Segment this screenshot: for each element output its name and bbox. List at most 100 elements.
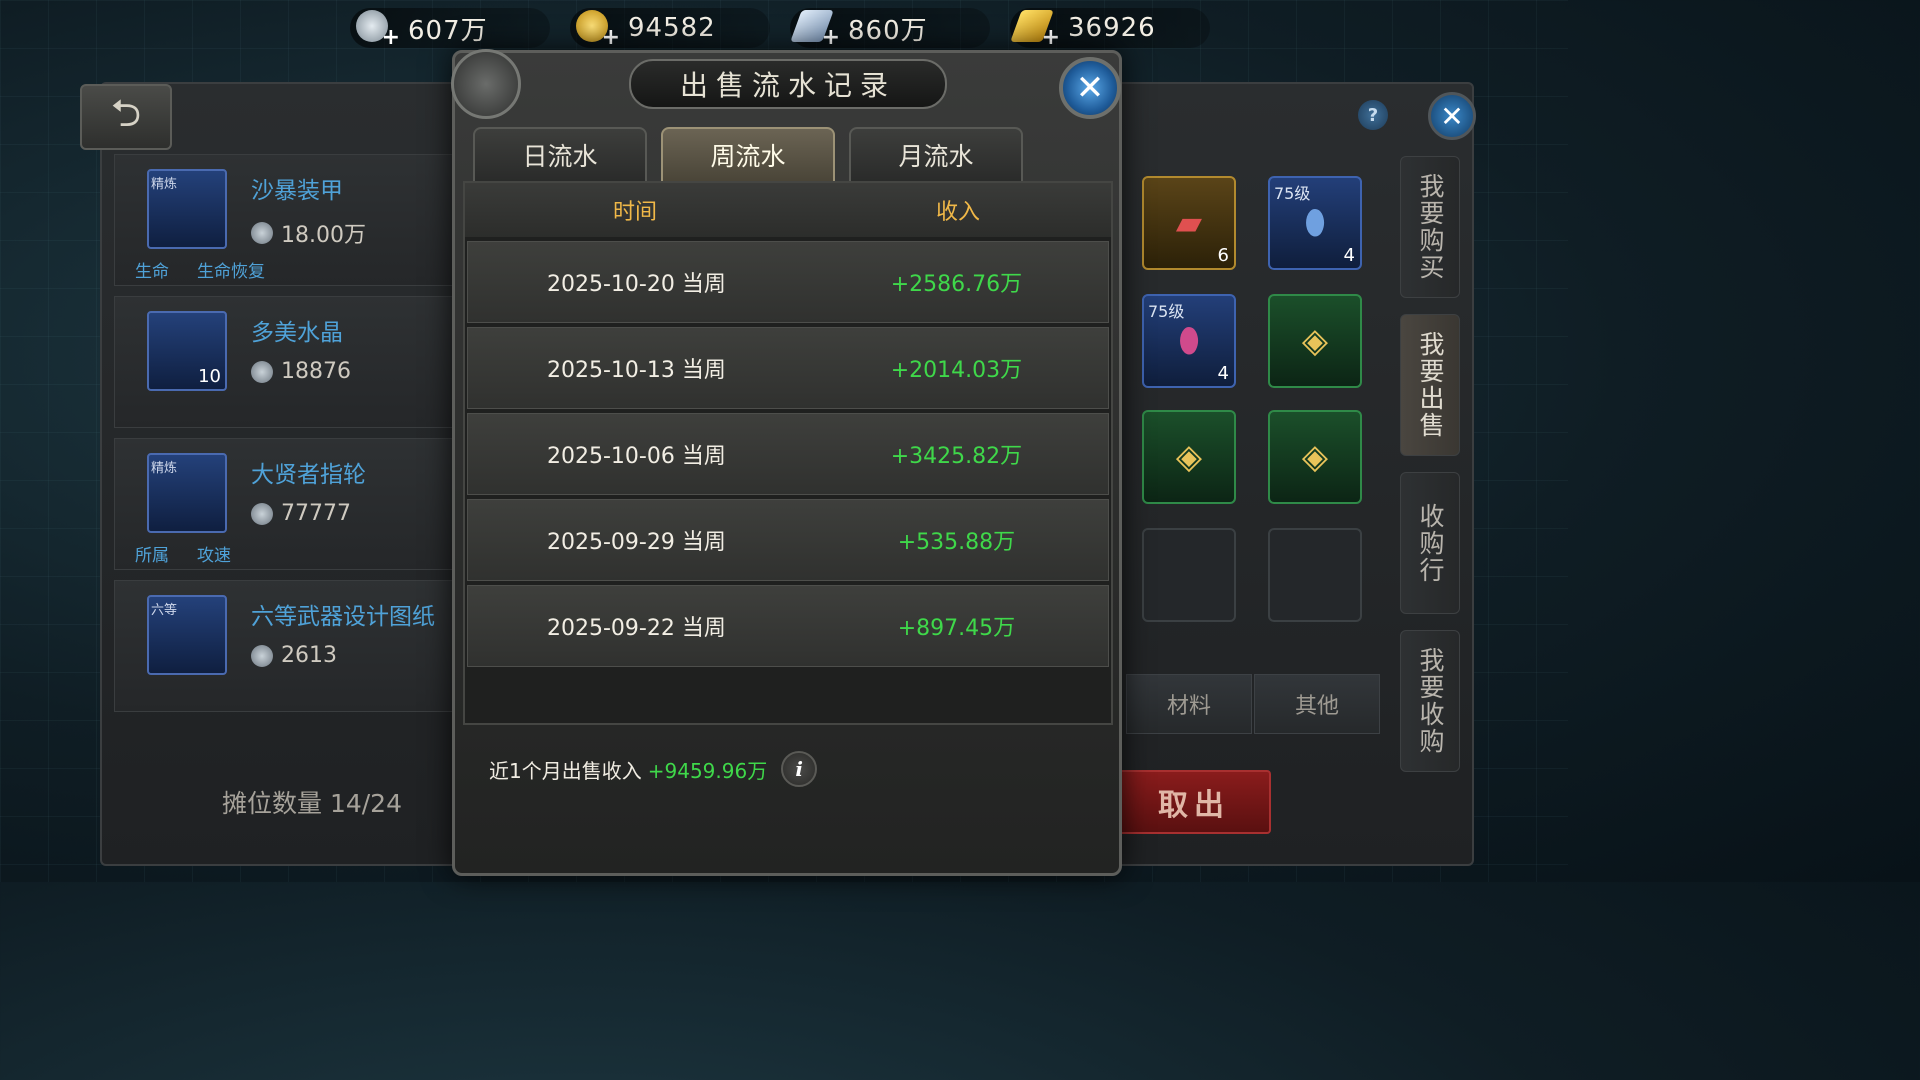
inventory-slot[interactable]: ▰ 6 [1142, 176, 1236, 270]
table-row: 2025-10-13 当周 +2014.03万 [467, 327, 1109, 409]
row-income: +3425.82万 [890, 444, 1023, 469]
tab-sell[interactable]: 我要出售 [1400, 314, 1460, 456]
ornament-icon [451, 49, 521, 119]
inventory-slot-empty[interactable] [1268, 528, 1362, 622]
item-tag: 精炼 [151, 177, 178, 192]
currency-gold-bar[interactable]: + 36926 [1010, 8, 1210, 50]
crystal-icon: 10 [147, 311, 227, 391]
item-price: 18.00万 [251, 217, 366, 249]
category-materials[interactable]: 材料 [1126, 674, 1252, 734]
tab-request-purchase[interactable]: 我要收购 [1400, 630, 1460, 772]
table-row: 2025-09-29 当周 +535.88万 [467, 499, 1109, 581]
row-time: 2025-10-13 当周 [546, 358, 726, 383]
price-value: 18.00万 [281, 223, 366, 248]
item-name: 大贤者指轮 [251, 462, 366, 488]
list-item[interactable]: 10 多美水晶 18876 [114, 296, 474, 428]
column-header-income: 收入 [935, 200, 980, 225]
item-price: 18876 [251, 359, 351, 384]
summary-label: 近1个月出售收入 [489, 758, 642, 783]
currency-silver-bar[interactable]: + 860万 [790, 8, 990, 50]
slot-count: 4 [1217, 363, 1229, 384]
list-item[interactable]: 精炼 沙暴装甲 18.00万 生命 生命恢复 [114, 154, 474, 286]
close-icon: ✕ [1075, 68, 1105, 108]
list-item[interactable]: 精炼 大贤者指轮 77777 所属 攻速 [114, 438, 474, 570]
slot-count: 4 [1343, 245, 1355, 266]
tab-purchase-house[interactable]: 收购行 [1400, 472, 1460, 614]
close-panel-button[interactable]: ✕ [1428, 92, 1476, 140]
currency-gold[interactable]: + 94582 [570, 8, 770, 50]
item-attr: 生命恢复 [197, 262, 265, 282]
inventory-panel: ? ✕ ▰ 6 75级 ⬮ 4 75级 ⬮ 4 ◈ ◈ ◈ 材料 其他 我要购买… [1110, 82, 1476, 866]
chip-icon: ◈ [1175, 437, 1203, 477]
item-name: 沙暴装甲 [251, 178, 343, 204]
tab-buy[interactable]: 我要购买 [1400, 156, 1460, 298]
currency-silver[interactable]: + 607万 [350, 8, 550, 50]
item-name: 六等武器设计图纸 [251, 604, 435, 630]
back-button[interactable]: ⮌ [80, 84, 172, 150]
row-time: 2025-09-29 当周 [546, 530, 726, 555]
row-time: 2025-10-20 当周 [546, 272, 726, 297]
sales-record-dialog: 出售流水记录 ✕ 日流水 周流水 月流水 时间 收入 2025-10-20 当周… [451, 49, 1122, 876]
gold-coin-icon: + [576, 10, 620, 50]
column-header-time: 时间 [612, 200, 657, 225]
inventory-slot[interactable]: ◈ [1142, 410, 1236, 504]
table-row: 2025-10-20 当周 +2586.76万 [467, 241, 1109, 323]
item-tag: 精炼 [151, 461, 178, 476]
list-item[interactable]: 六等 六等武器设计图纸 2613 [114, 580, 474, 712]
silver-bar-icon: + [790, 10, 840, 50]
currency-value: 94582 [628, 13, 716, 43]
tab-weekly[interactable]: 周流水 [661, 127, 835, 183]
summary-total: +9459.96万 [647, 758, 768, 783]
item-attrs: 所属 攻速 [135, 541, 231, 566]
blueprint-icon: 六等 [147, 595, 227, 675]
silver-coin-icon [251, 644, 273, 667]
item-name: 多美水晶 [251, 320, 343, 346]
price-value: 77777 [281, 501, 351, 526]
price-value: 18876 [281, 359, 351, 384]
period-tabs: 日流水 周流水 月流水 [473, 127, 1023, 183]
row-income: +535.88万 [897, 530, 1016, 555]
inventory-slot[interactable]: 75级 ⬮ 4 [1142, 294, 1236, 388]
item-tag: 六等 [151, 603, 178, 618]
slot-count: 6 [1217, 245, 1229, 266]
withdraw-button[interactable]: 取出 [1117, 770, 1271, 834]
tab-daily[interactable]: 日流水 [473, 127, 647, 183]
table-row: 2025-09-22 当周 +897.45万 [467, 585, 1109, 667]
currency-bar: + 607万 + 94582 + 860万 + 36926 [350, 8, 1210, 52]
silver-coin-icon: + [356, 10, 400, 50]
row-time: 2025-09-22 当周 [546, 616, 726, 641]
item-price: 2613 [251, 643, 337, 668]
category-other[interactable]: 其他 [1254, 674, 1380, 734]
chip-icon: ◈ [1301, 437, 1329, 477]
inventory-slot[interactable]: ◈ [1268, 410, 1362, 504]
table-header: 时间 收入 [465, 183, 1111, 237]
stall-slot-count: 摊位数量 14/24 [222, 789, 402, 818]
row-income: +2014.03万 [890, 358, 1023, 383]
table-row: 2025-10-06 当周 +3425.82万 [467, 413, 1109, 495]
tab-monthly[interactable]: 月流水 [849, 127, 1023, 183]
armor-icon: 精炼 [147, 169, 227, 249]
stall-item-list: 精炼 沙暴装甲 18.00万 生命 生命恢复 10 多美水晶 18876 精炼 … [114, 154, 474, 722]
currency-value: 607万 [408, 15, 488, 46]
close-dialog-button[interactable]: ✕ [1059, 57, 1121, 119]
item-attr: 攻速 [197, 546, 231, 566]
back-arrow-icon: ⮌ [110, 90, 142, 135]
dialog-title: 出售流水记录 [629, 59, 947, 109]
currency-value: 860万 [848, 15, 928, 46]
help-icon[interactable]: ? [1358, 100, 1388, 130]
item-attrs: 生命 生命恢复 [135, 257, 265, 282]
inventory-slot[interactable]: 75级 ⬮ 4 [1268, 176, 1362, 270]
item-attr: 所属 [135, 546, 169, 566]
inventory-slot[interactable]: ◈ [1268, 294, 1362, 388]
gold-bar-icon: + [1010, 10, 1060, 50]
row-income: +897.45万 [897, 616, 1016, 641]
close-icon: ✕ [1440, 99, 1464, 133]
chip-icon: ◈ [1301, 321, 1329, 361]
sales-table: 时间 收入 2025-10-20 当周 +2586.76万 2025-10-13… [463, 181, 1113, 725]
silver-coin-icon [251, 222, 273, 244]
row-income: +2586.76万 [890, 272, 1023, 297]
price-value: 2613 [281, 643, 337, 668]
inventory-slot-empty[interactable] [1142, 528, 1236, 622]
info-icon[interactable]: i [781, 751, 818, 787]
item-price: 77777 [251, 501, 351, 526]
